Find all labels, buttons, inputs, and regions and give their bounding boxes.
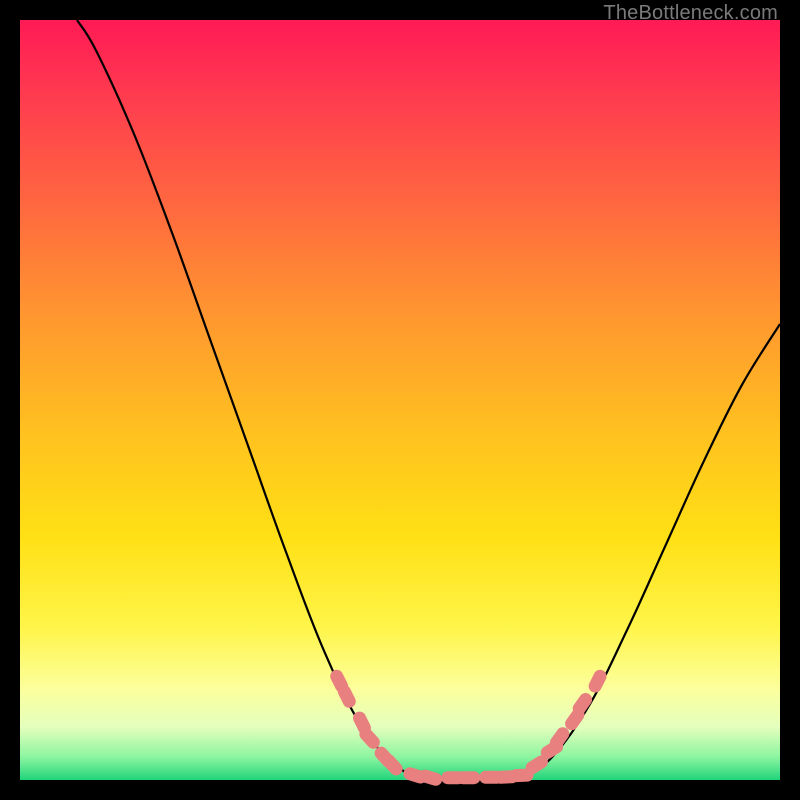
highlight-marker bbox=[456, 771, 480, 784]
plot-area bbox=[20, 20, 780, 780]
bottleneck-curve bbox=[77, 20, 780, 778]
highlight-markers bbox=[328, 668, 609, 788]
chart-frame: TheBottleneck.com bbox=[0, 0, 800, 800]
highlight-marker bbox=[586, 668, 608, 695]
chart-svg bbox=[20, 20, 780, 780]
